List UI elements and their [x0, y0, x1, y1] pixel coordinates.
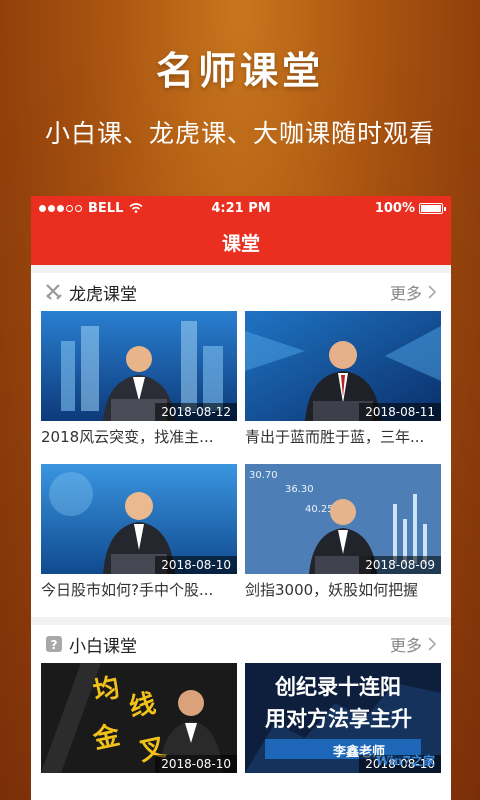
- promo-title: 名师课堂: [155, 49, 324, 93]
- video-thumbnail: 2018-08-12: [41, 311, 237, 421]
- video-date: 2018-08-10: [155, 755, 237, 773]
- more-link-longhu[interactable]: 更多: [390, 280, 437, 304]
- section-header: ? 小白课堂 更多: [31, 625, 451, 663]
- status-bar: BELL 4:21 PM 100%: [31, 196, 451, 220]
- swords-icon: [45, 283, 63, 301]
- battery-percent: 100%: [374, 200, 415, 216]
- svg-text:36.30: 36.30: [285, 484, 314, 495]
- video-title: 青出于蓝而胜于蓝，三年...: [245, 428, 425, 446]
- promo-subtitle: 小白课、龙虎课、大咖课随时观看: [44, 119, 435, 148]
- more-link-xiaobai[interactable]: 更多: [390, 632, 437, 656]
- video-card[interactable]: 创纪录十连阳 用对方法享主升 李鑫老师 2018-08-10 Win7之家: [245, 663, 441, 800]
- video-card[interactable]: 2018-08-12 2018风云突变，找准主...: [41, 311, 237, 464]
- more-label: 更多: [389, 636, 422, 655]
- video-title: 今日股市如何?手中个股...: [41, 581, 214, 599]
- video-card[interactable]: 30.70 36.30 40.25 2018-08-09 剑指3000，妖股如何…: [245, 464, 441, 617]
- video-card[interactable]: 2018-08-11 青出于蓝而胜于蓝，三年...: [245, 311, 441, 464]
- video-thumbnail: 均 线 金 叉 2018-08-10: [41, 663, 237, 773]
- svg-text:40.25: 40.25: [305, 504, 334, 515]
- section-title: 龙虎课堂: [69, 284, 137, 305]
- section-header: 龙虎课堂 更多: [31, 273, 451, 311]
- video-card[interactable]: 2018-08-10 今日股市如何?手中个股...: [41, 464, 237, 617]
- video-thumbnail: 创纪录十连阳 用对方法享主升 李鑫老师 2018-08-10 Win7之家: [245, 663, 441, 773]
- signal-icon: [39, 204, 82, 212]
- thumb-text: 创纪录十连阳: [275, 675, 401, 699]
- video-title: 剑指3000，妖股如何把握: [245, 581, 419, 599]
- section-title: 小白课堂: [69, 636, 137, 657]
- more-label: 更多: [389, 284, 422, 303]
- svg-text:30.70: 30.70: [249, 470, 278, 481]
- section-xiaobai: ? 小白课堂 更多 均 线 金 叉 2018-08-10 创纪录十连阳 用对方法…: [31, 625, 451, 800]
- video-card[interactable]: 均 线 金 叉 2018-08-10: [41, 663, 237, 800]
- video-date: 2018-08-12: [155, 403, 237, 421]
- nav-bar: 课堂: [31, 220, 451, 265]
- page-title: 课堂: [221, 233, 260, 255]
- chevron-right-icon: [428, 637, 437, 651]
- phone-screen: BELL 4:21 PM 100% 课堂 龙虎课堂 更多 2018-08-12 …: [31, 196, 451, 800]
- video-thumbnail: 2018-08-10: [41, 464, 237, 574]
- question-icon: ?: [45, 635, 63, 653]
- video-thumbnail: 2018-08-11: [245, 311, 441, 421]
- thumb-text: 用对方法享主升: [265, 707, 412, 731]
- watermark-logo: Win7之家: [376, 754, 435, 768]
- chevron-right-icon: [428, 285, 437, 299]
- wifi-icon: [129, 203, 143, 213]
- battery-icon: [419, 202, 446, 214]
- carrier-label: BELL: [88, 200, 124, 216]
- video-thumbnail: 30.70 36.30 40.25 2018-08-09: [245, 464, 441, 574]
- video-date: 2018-08-10: [155, 556, 237, 574]
- video-date: 2018-08-11: [359, 403, 441, 421]
- video-title: 2018风云突变，找准主...: [41, 428, 214, 446]
- section-longhu: 龙虎课堂 更多 2018-08-12 2018风云突变，找准主... 2018-…: [31, 273, 451, 617]
- svg-text:?: ?: [51, 638, 58, 652]
- video-date: 2018-08-09: [359, 556, 441, 574]
